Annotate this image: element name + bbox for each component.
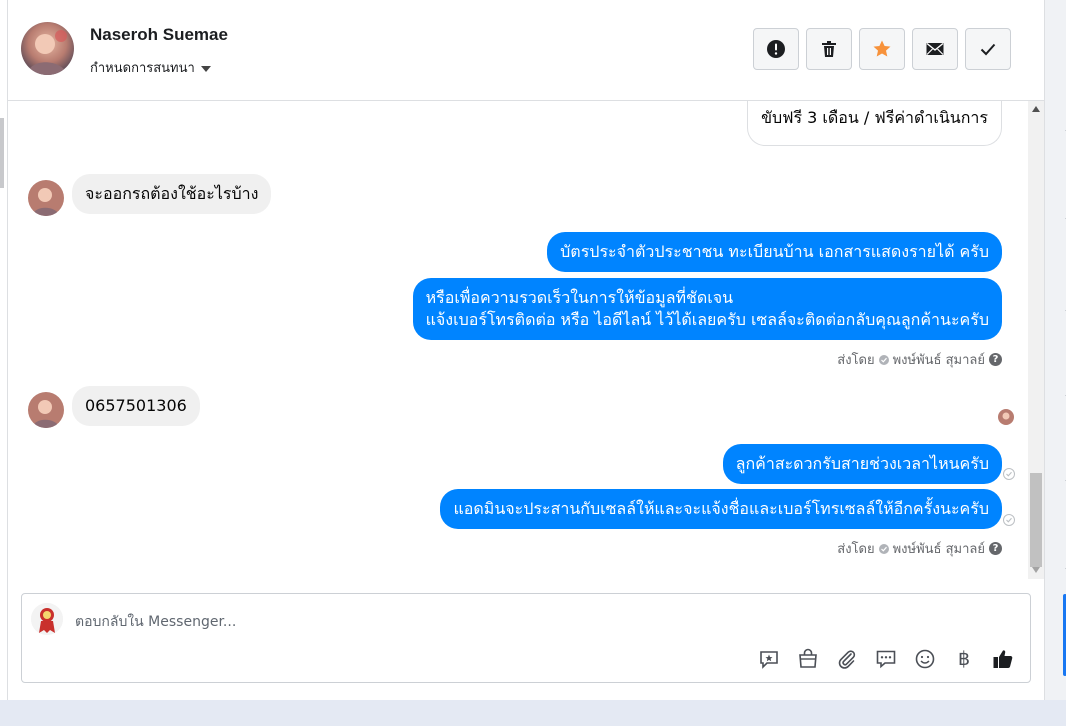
mark-unread-button[interactable] [912,28,958,70]
scroll-up-arrow[interactable] [1032,106,1040,112]
page-avatar [31,603,63,635]
delivered-check-icon [1003,468,1015,480]
sent-by-prefix: ส่งโดย [837,542,875,557]
message-line: หรือเพื่อความรวดเร็วในการให้ข้อมูลที่ชัด… [425,288,734,307]
paperclip-icon [838,650,856,669]
contact-avatar-small [28,180,64,216]
caret-down-icon [200,65,211,72]
contact-avatar-small [28,392,64,428]
conversation-panel: Naseroh Suemae กำหนดการสนทนา ขับฟรี 3 เด [8,0,1044,700]
checkmark-icon [980,43,996,56]
outgoing-message: ลูกค้าสะดวกรับสายช่วงเวลาไหนครับ [722,444,1002,484]
verified-icon [878,354,889,365]
reply-composer[interactable]: ตอบกลับใน Messenger... ฿ [21,593,1031,683]
right-sidebar-edge [1044,0,1066,726]
shop-button[interactable] [795,646,821,672]
left-sidebar-edge [0,0,8,700]
quick-reply-button[interactable] [873,646,899,672]
conversation-header: Naseroh Suemae กำหนดการสนทนา [8,0,1044,101]
trash-icon [822,41,836,57]
help-icon[interactable]: ? [989,542,1002,555]
saved-reply-button[interactable] [756,646,782,672]
scrollbar-thumb[interactable] [1030,473,1042,567]
message-line: แจ้งเบอร์โทรติดต่อ หรือ ไอดีไลน์ ไว้ได้เ… [425,310,989,329]
outgoing-message: แอดมินจะประสานกับเซลล์ให้และจะแจ้งชื่อแล… [440,489,1002,529]
mark-done-button[interactable] [965,28,1011,70]
scroll-mark [0,118,4,188]
star-button[interactable] [859,28,905,70]
outgoing-message: หรือเพื่อความรวดเร็วในการให้ข้อมูลที่ชัด… [412,278,1002,340]
chat-bubble-icon [876,650,896,669]
contact-name: Naseroh Suemae [90,25,228,44]
alert-icon [767,40,785,58]
message-thread[interactable]: ขับฟรี 3 เดือน / ฟรีค่าดำเนินการ จะออกรถ… [8,101,1044,579]
seen-avatar [998,409,1014,425]
delete-button[interactable] [806,28,852,70]
like-button[interactable] [990,646,1016,672]
thumbs-up-icon [993,650,1013,668]
envelope-icon [926,42,944,55]
agent-name: พงษ์พันธ์ สุมาลย์ [892,542,985,557]
payment-button[interactable]: ฿ [951,646,977,672]
assign-label: กำหนดการสนทนา [90,61,195,76]
assign-conversation-dropdown[interactable]: กำหนดการสนทนา [90,57,211,78]
sent-by-label: ส่งโดย พงษ์พันธ์ สุมาลย์ ? [837,349,1002,370]
contact-avatar[interactable] [21,22,74,75]
help-icon[interactable]: ? [989,353,1002,366]
shopping-bag-icon [799,648,817,668]
message-card: ขับฟรี 3 เดือน / ฟรีค่าดำเนินการ [747,101,1002,146]
mark-spam-button[interactable] [753,28,799,70]
agent-name: พงษ์พันธ์ สุมาลย์ [892,353,985,368]
header-actions [753,28,1011,70]
sent-by-label: ส่งโดย พงษ์พันธ์ สุมาลย์ ? [837,538,1002,559]
incoming-message: จะออกรถต้องใช้อะไรบ้าง [72,174,272,214]
baht-icon: ฿ [957,648,971,670]
verified-icon [878,543,889,554]
thread-scrollbar[interactable] [1028,101,1044,579]
bottom-bar [0,700,1066,726]
reply-input[interactable]: ตอบกลับใน Messenger... [75,611,236,633]
delivered-check-icon [1003,514,1015,526]
saved-reply-icon [760,651,778,669]
attach-file-button[interactable] [834,646,860,672]
composer-toolbar: ฿ [756,646,1016,672]
star-icon [873,40,891,57]
scroll-down-arrow[interactable] [1032,567,1040,573]
emoji-button[interactable] [912,646,938,672]
emoji-icon [915,649,935,669]
outgoing-message: บัตรประจำตัวประชาชน ทะเบียนบ้าน เอกสารแส… [547,232,1002,272]
sent-by-prefix: ส่งโดย [837,353,875,368]
incoming-message: 0657501306 [72,386,200,426]
